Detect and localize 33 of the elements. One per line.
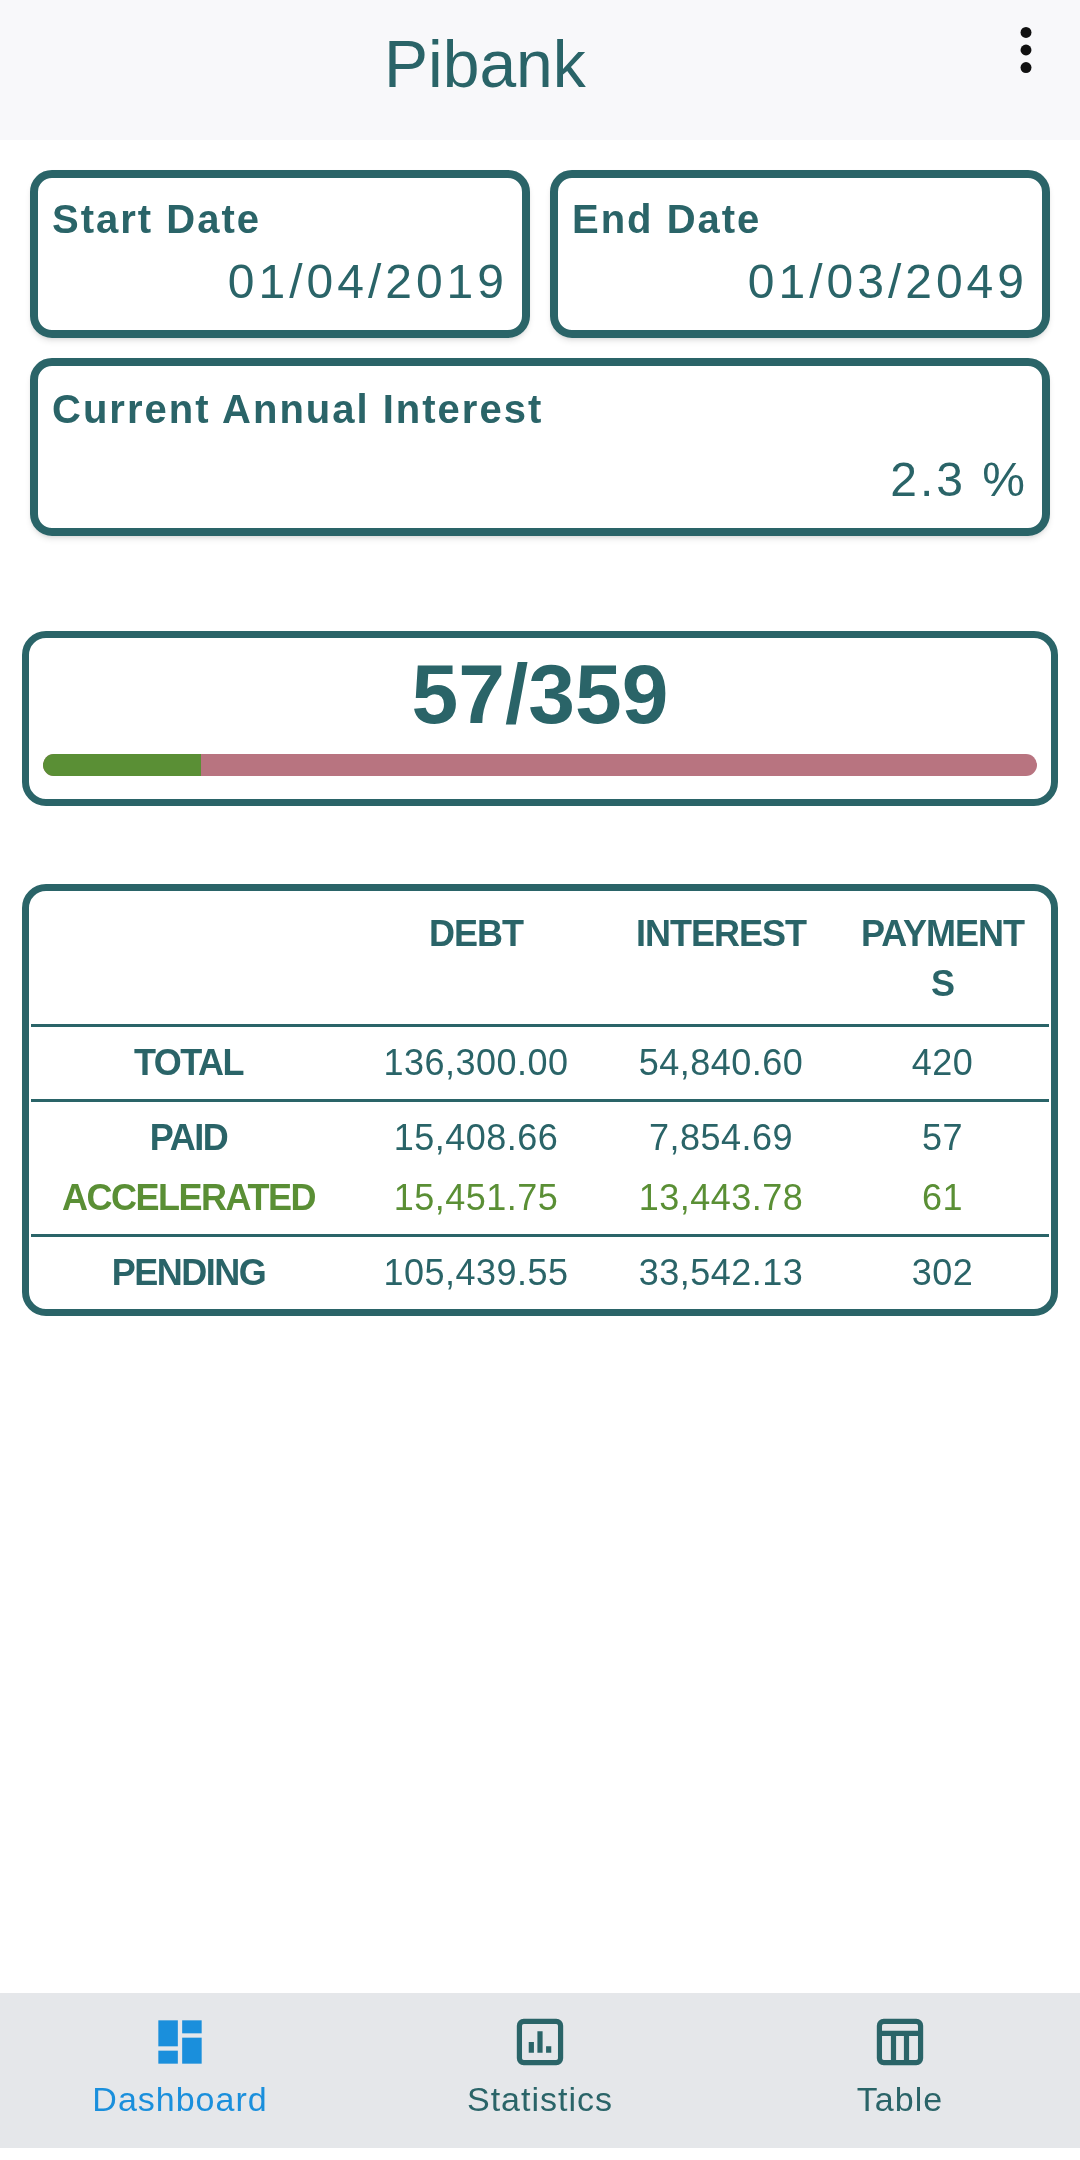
table-cell-text: 7,854.69 [648, 1115, 794, 1160]
table-icon [874, 2016, 926, 2068]
card-label: Start Date [52, 196, 262, 243]
app-title: Pibank [384, 26, 586, 103]
interest-value: 2.3 % [890, 452, 1028, 508]
more-icon [1020, 27, 1032, 73]
column-header: INTEREST [636, 912, 806, 956]
table-cell-text: 54,840.60 [638, 1040, 804, 1085]
table-cell-text: 136,300.00 [383, 1040, 569, 1085]
table-cell-text: 15,408.66 [393, 1115, 559, 1160]
table-cell-text: 33,542.13 [638, 1250, 804, 1295]
table-cell-text: 61 [921, 1175, 963, 1220]
column-header: DEBT [429, 912, 523, 956]
nav-tab[interactable]: Dashboard [0, 1993, 360, 2148]
table-cell-text: 105,439.55 [383, 1250, 569, 1295]
card-label: Current Annual Interest [52, 386, 545, 433]
table-cell-text: 13,443.78 [638, 1175, 804, 1220]
row-label: PENDING [111, 1250, 266, 1295]
table-cell-text: 15,451.75 [393, 1175, 559, 1220]
date-value: 01/04/2019 [227, 254, 508, 310]
table-cell-text: 420 [911, 1040, 974, 1085]
table-cell-text: 302 [911, 1250, 974, 1295]
row-label: TOTAL [133, 1040, 244, 1085]
nav-tab[interactable]: Statistics [360, 1993, 720, 2148]
bar-chart-icon [514, 2016, 566, 2068]
row-label: ACCELERATED [62, 1175, 315, 1220]
table-cell-text: 57 [921, 1115, 963, 1160]
row-label: PAID [149, 1115, 228, 1160]
nav-tab[interactable]: Table [720, 1993, 1080, 2148]
card-label: End Date [572, 196, 763, 243]
date-value: 01/03/2049 [747, 254, 1028, 310]
progress-reading: 57/359 [411, 648, 669, 741]
column-header: PAYMENTS [859, 912, 1026, 1007]
